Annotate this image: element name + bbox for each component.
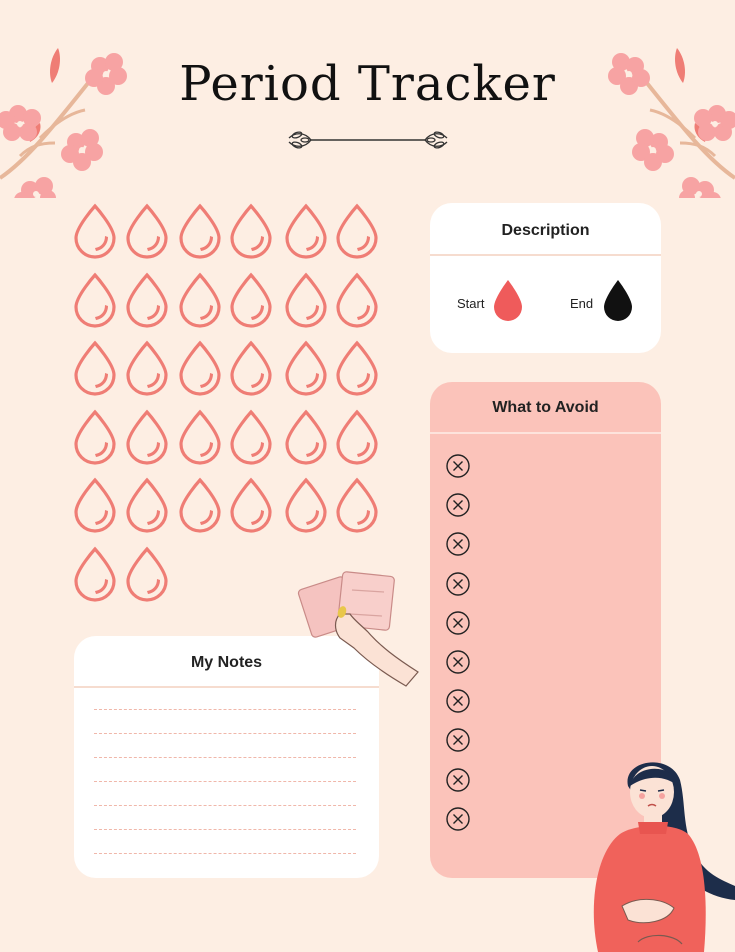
card-divider [430,432,661,434]
day-drop[interactable] [228,409,274,465]
blood-drop-outline-icon [285,477,327,533]
sanitary-pads-illustration [297,571,419,687]
day-drop[interactable] [283,203,329,259]
card-divider [430,254,661,256]
blood-drop-outline-icon [285,340,327,396]
day-drop[interactable] [72,340,118,396]
day-drop[interactable] [228,272,274,328]
blood-drop-outline-icon [179,340,221,396]
blood-drop-outline-icon [74,272,116,328]
day-drop[interactable] [334,409,380,465]
blood-drop-outline-icon [179,477,221,533]
blood-drop-outline-icon [179,409,221,465]
period-tracker-page: Period Tracker Description Start End Wha… [0,0,735,952]
blood-drop-outline-icon [74,340,116,396]
note-line[interactable] [94,829,356,830]
avoid-title: What to Avoid [492,399,599,416]
day-drop[interactable] [72,409,118,465]
blood-drop-outline-icon [336,409,378,465]
blood-drop-outline-icon [74,203,116,259]
day-drop[interactable] [177,272,223,328]
blood-drop-outline-icon [336,340,378,396]
close-circle-icon[interactable] [444,609,472,637]
close-circle-icon[interactable] [444,452,472,480]
blood-drop-outline-icon [336,477,378,533]
note-line[interactable] [94,853,356,854]
day-drop[interactable] [334,203,380,259]
tracker-grid [70,200,390,610]
blood-drop-outline-icon [179,203,221,259]
day-drop[interactable] [124,546,170,602]
end-label: End [570,296,594,311]
day-drop[interactable] [334,272,380,328]
day-drop[interactable] [228,340,274,396]
day-drop[interactable] [283,477,329,533]
day-drop[interactable] [177,477,223,533]
day-drop[interactable] [72,477,118,533]
close-circle-icon[interactable] [444,648,472,676]
note-line[interactable] [94,757,356,758]
day-drop[interactable] [124,340,170,396]
blood-drop-outline-icon [285,272,327,328]
note-line[interactable] [94,781,356,782]
blood-drop-outline-icon [126,546,168,602]
close-circle-icon[interactable] [444,766,472,794]
day-drop[interactable] [334,477,380,533]
day-drop[interactable] [228,477,274,533]
note-line[interactable] [94,733,356,734]
start-label: Start [457,296,485,311]
blood-drop-outline-icon [74,477,116,533]
close-circle-icon[interactable] [444,726,472,754]
end-drop-icon [604,280,632,321]
day-drop[interactable] [72,272,118,328]
blood-drop-outline-icon [74,546,116,602]
note-line[interactable] [94,709,356,710]
day-drop[interactable] [177,203,223,259]
close-circle-icon[interactable] [444,570,472,598]
close-circle-icon[interactable] [444,530,472,558]
blood-drop-outline-icon [336,203,378,259]
day-drop[interactable] [124,203,170,259]
woman-illustration [593,762,735,952]
day-drop[interactable] [283,340,329,396]
blood-drop-outline-icon [230,203,272,259]
blood-drop-outline-icon [126,409,168,465]
day-drop[interactable] [283,272,329,328]
blood-drop-outline-icon [74,409,116,465]
blood-drop-outline-icon [126,203,168,259]
day-drop[interactable] [124,272,170,328]
day-drop[interactable] [228,203,274,259]
description-title: Description [501,222,590,239]
blood-drop-outline-icon [336,272,378,328]
blood-drop-outline-icon [230,409,272,465]
blood-drop-outline-icon [179,272,221,328]
blood-drop-outline-icon [126,272,168,328]
start-drop-icon [494,280,522,321]
day-drop[interactable] [72,203,118,259]
cherry-blossom-right-icon [608,48,735,198]
blood-drop-outline-icon [230,340,272,396]
cherry-blossom-left-icon [0,48,127,198]
note-line[interactable] [94,805,356,806]
ornament-divider-icon [288,131,448,149]
day-drop[interactable] [72,546,118,602]
close-circle-icon[interactable] [444,805,472,833]
blood-drop-outline-icon [285,409,327,465]
day-drop[interactable] [177,409,223,465]
day-drop[interactable] [124,409,170,465]
close-circle-icon[interactable] [444,687,472,715]
day-drop[interactable] [124,477,170,533]
day-drop[interactable] [283,409,329,465]
description-card: Description Start End [430,203,661,353]
close-circle-icon[interactable] [444,491,472,519]
day-drop[interactable] [177,340,223,396]
blood-drop-outline-icon [230,477,272,533]
blood-drop-outline-icon [126,340,168,396]
day-drop[interactable] [334,340,380,396]
blood-drop-outline-icon [126,477,168,533]
blood-drop-outline-icon [285,203,327,259]
blood-drop-outline-icon [230,272,272,328]
